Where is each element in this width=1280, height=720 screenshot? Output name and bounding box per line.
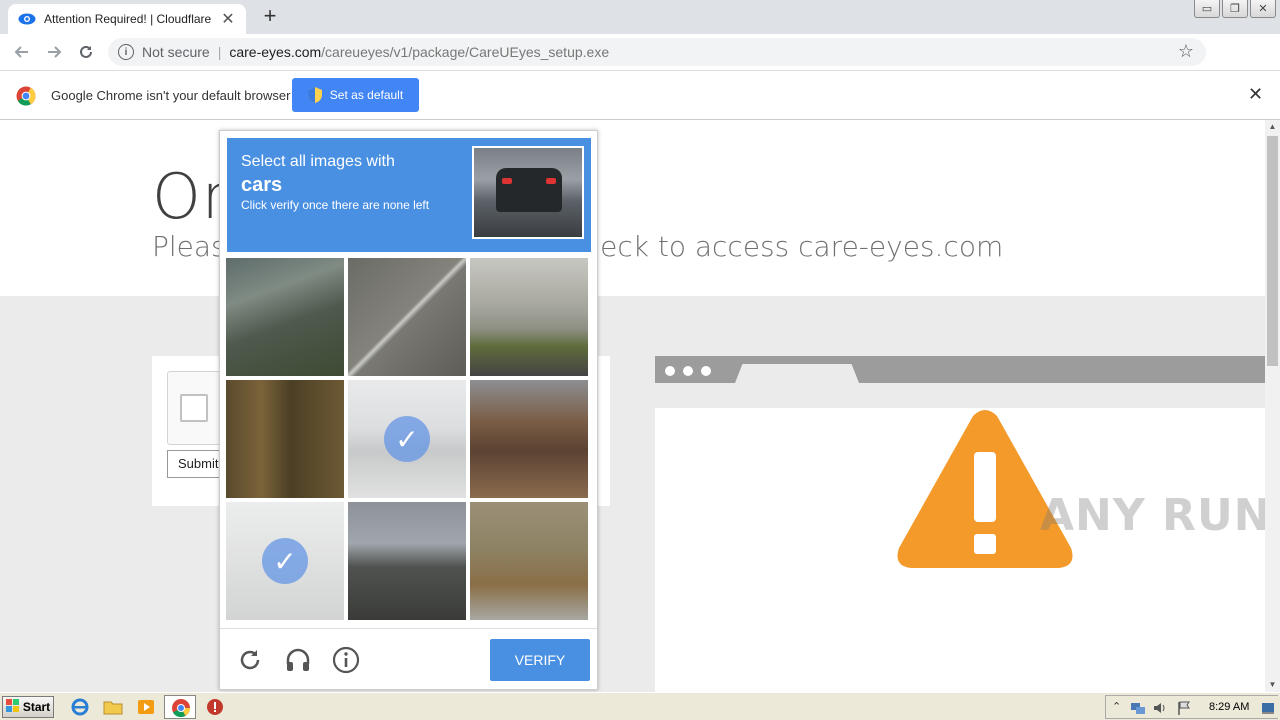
url-domain: care-eyes.com [229,44,322,60]
active-tab[interactable]: Attention Required! | Cloudflare ✕ [8,4,246,34]
captcha-tile[interactable]: ✓ [348,380,466,498]
prompt-instruction: Click verify once there are none left [241,198,430,212]
tray-clock: 8:29 AM [1209,701,1250,713]
captcha-tile[interactable] [348,258,466,376]
prompt-target: cars [241,174,283,196]
show-desktop-icon[interactable] [1261,701,1275,718]
network-icon[interactable] [1130,700,1146,719]
internet-explorer-icon[interactable] [70,697,90,717]
captcha-footer: VERIFY [220,628,597,690]
close-window-button[interactable]: ✕ [1250,0,1276,18]
headphones-icon[interactable] [284,646,312,674]
chrome-logo-icon [16,86,36,106]
captcha-tile[interactable] [470,380,588,498]
media-player-icon[interactable] [136,697,156,717]
start-button[interactable]: Start [2,696,54,718]
tab-close-icon[interactable]: ✕ [220,9,236,29]
tab-title: Attention Required! | Cloudflare [44,12,212,26]
chrome-logo-icon [171,698,191,720]
chrome-taskbar-button[interactable] [164,695,196,719]
verify-button[interactable]: VERIFY [490,639,590,681]
illustration-tab [735,364,859,383]
info-circle-icon[interactable] [332,646,360,674]
address-bar[interactable]: i Not secure | care-eyes.com /careueyes/… [108,38,1206,66]
forward-arrow-icon[interactable] [38,36,70,68]
start-label: Start [22,700,51,714]
new-tab-button[interactable]: + [258,5,282,27]
captcha-tile[interactable] [470,502,588,620]
image-captcha-dialog: Select all images with cars Click verify… [219,130,598,690]
system-tray: ⌃ 8:29 AM [1105,695,1278,719]
windows-flag-icon [5,698,20,716]
captcha-checkbox[interactable] [180,394,208,422]
folder-icon[interactable] [103,697,123,717]
minimize-button[interactable]: ▭ [1194,0,1220,18]
set-as-default-label: Set as default [329,88,404,102]
browser-toolbar: i Not secure | care-eyes.com /careueyes/… [0,34,1280,97]
stop-icon[interactable] [205,697,225,717]
tail-light [546,178,556,184]
selected-checkmark-icon: ✓ [384,416,430,462]
tail-light [502,178,512,184]
volume-icon[interactable] [1152,700,1168,719]
refresh-icon[interactable] [236,646,264,674]
captcha-prompt: Select all images with cars Click verify… [227,138,591,252]
back-arrow-icon[interactable] [6,36,38,68]
bookmark-star-icon[interactable]: ☆ [1178,41,1194,62]
anyrun-watermark: ANY RUN [1040,490,1272,541]
sample-car-image [472,146,584,239]
scroll-up-icon[interactable]: ▲ [1265,120,1280,134]
infobar-message: Google Chrome isn't your default browser [51,88,291,103]
hero-section: One Please complete the security check t… [0,120,1265,296]
default-browser-infobar: Google Chrome isn't your default browser… [0,71,1280,120]
eye-icon [18,10,36,28]
illustration-dot [683,366,693,376]
illustration-dot [665,366,675,376]
restore-button[interactable]: ❐ [1222,0,1248,18]
security-label: Not secure [142,44,210,60]
scrollbar-thumb[interactable] [1267,136,1278,366]
tab-strip: Attention Required! | Cloudflare ✕ + ▭ ❐… [0,0,1280,34]
captcha-tile[interactable] [470,258,588,376]
captcha-tile[interactable]: ✓ [226,502,344,620]
illustration-dot [701,366,711,376]
page-content: One Please complete the security check t… [0,120,1265,692]
tray-expand-icon[interactable]: ⌃ [1112,700,1121,713]
infobar-close-icon[interactable]: ✕ [1248,84,1263,105]
scroll-down-icon[interactable]: ▼ [1265,678,1280,692]
window-controls: ▭ ❐ ✕ [1194,0,1276,18]
illustration-titlebar [655,356,1265,383]
action-center-flag-icon[interactable] [1176,700,1192,719]
set-as-default-button[interactable]: Set as default [292,78,419,112]
sample-car [496,168,562,212]
captcha-tile[interactable] [226,380,344,498]
prompt-line1: Select all images with [241,153,395,170]
url-separator: | [217,44,222,60]
info-icon[interactable]: i [118,44,134,60]
captcha-tile[interactable] [226,258,344,376]
captcha-tile[interactable] [348,502,466,620]
captcha-image-grid: ✓ ✓ [226,258,590,622]
windows-taskbar: Start ⌃ 8:29 AM [0,692,1280,720]
page-scrollbar[interactable]: ▲ ▼ [1265,120,1280,692]
url-path: /careueyes/v1/package/CareUEyes_setup.ex… [321,44,610,60]
shield-icon [307,87,322,103]
reload-icon[interactable] [70,36,102,68]
selected-checkmark-icon: ✓ [262,538,308,584]
